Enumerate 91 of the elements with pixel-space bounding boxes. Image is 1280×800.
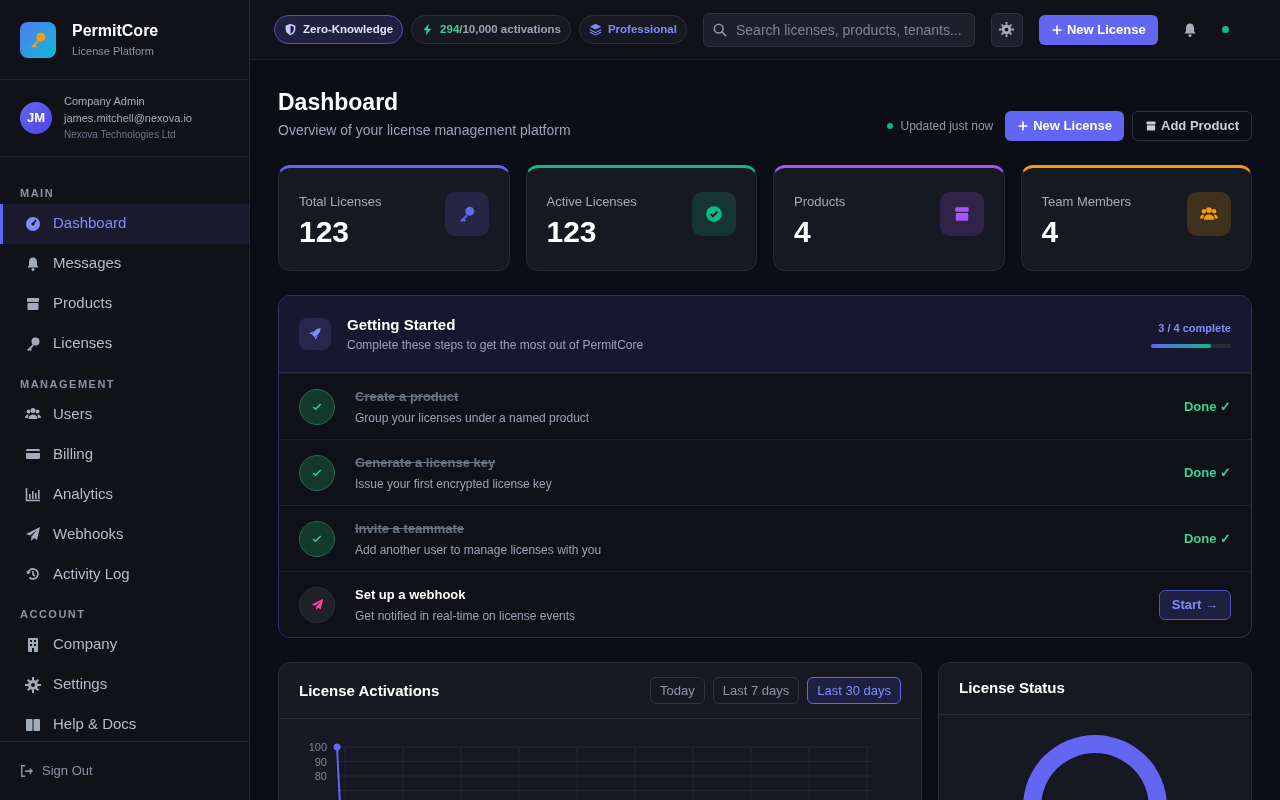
range-tab[interactable]: Last 30 days bbox=[807, 677, 901, 705]
layers-icon bbox=[588, 23, 602, 36]
section-heading: MANAGEMENT bbox=[19, 376, 117, 392]
sidebar-item[interactable]: Company bbox=[0, 624, 249, 665]
settings-button[interactable] bbox=[990, 12, 1023, 47]
section-heading: MAIN bbox=[19, 186, 56, 201]
user-role: Company Admin bbox=[64, 94, 146, 110]
stat-label: Active Licenses bbox=[546, 192, 637, 211]
box-icon bbox=[1145, 119, 1157, 132]
paper-plane-icon bbox=[25, 526, 41, 542]
plus-icon bbox=[1050, 23, 1063, 36]
sidebar-item[interactable]: Billing bbox=[0, 434, 249, 474]
history-icon bbox=[25, 566, 41, 582]
stat-value: 123 bbox=[299, 215, 351, 249]
step-title: Invite a teammate bbox=[355, 519, 466, 538]
done-status: Done ✓ bbox=[1183, 464, 1231, 483]
notifications-icon bbox=[1181, 21, 1198, 38]
sidebar-item[interactable]: Webhooks bbox=[0, 514, 249, 554]
plan-badge: Professional bbox=[578, 15, 687, 44]
box-icon bbox=[952, 204, 971, 223]
new-license-button[interactable]: New License bbox=[1038, 14, 1158, 45]
key-icon bbox=[25, 335, 41, 352]
users-icon bbox=[25, 406, 41, 422]
sign-out-button[interactable]: Sign Out bbox=[20, 761, 93, 781]
stat-label: Team Members bbox=[1041, 192, 1132, 211]
step-description: Issue your first encrypted license key bbox=[355, 476, 553, 494]
sidebar-item[interactable]: Activity Log bbox=[0, 554, 249, 594]
sidebar-item[interactable]: Help & Docs bbox=[0, 704, 249, 741]
stat-label: Products bbox=[794, 192, 846, 211]
add-product-button[interactable]: Add Product bbox=[1132, 110, 1252, 141]
step-description: Group your licenses under a named product bbox=[355, 410, 591, 428]
sidebar-item[interactable]: Products bbox=[0, 283, 249, 324]
step-title: Set up a webhook bbox=[355, 585, 467, 604]
users-icon bbox=[1200, 204, 1218, 223]
sidebar-item[interactable]: Licenses bbox=[0, 323, 249, 364]
sidebar-item[interactable]: Messages bbox=[0, 243, 249, 284]
y-axis-label: 90 bbox=[314, 755, 327, 768]
bar-chart-icon bbox=[25, 486, 41, 502]
y-axis-label: 100 bbox=[308, 741, 327, 754]
step-description: Get notified in real-time on license events bbox=[355, 608, 577, 626]
range-tab[interactable]: Last 7 days bbox=[712, 677, 800, 705]
done-status: Done ✓ bbox=[1183, 530, 1231, 549]
stat-value: 4 bbox=[794, 215, 812, 249]
y-axis-label: 80 bbox=[314, 770, 327, 783]
building-icon bbox=[25, 636, 41, 653]
sidebar-item[interactable]: Settings bbox=[0, 664, 249, 705]
user-avatar: JM bbox=[20, 102, 52, 134]
user-email: james.mitchell@nexova.io bbox=[64, 111, 192, 127]
brand-name: PermitCore bbox=[72, 21, 159, 42]
stat-label: Total Licenses bbox=[299, 192, 382, 211]
step-title: Generate a license key bbox=[355, 453, 497, 472]
step-description: Add another user to manage licenses with you bbox=[355, 542, 603, 560]
sidebar-item[interactable]: Users bbox=[0, 394, 249, 434]
search-field[interactable]: Search licenses, products, tenants... bbox=[702, 12, 975, 47]
box-icon bbox=[25, 295, 41, 312]
card-title: License Status bbox=[959, 678, 1066, 699]
panel-title: Getting Started bbox=[347, 314, 457, 335]
step-title: Create a product bbox=[355, 387, 460, 406]
sidebar-item[interactable]: Dashboard bbox=[0, 203, 249, 244]
stat-value: 4 bbox=[1041, 215, 1060, 249]
check-circle-icon bbox=[705, 204, 723, 223]
page-subtitle: Overview of your license management platform bbox=[278, 120, 571, 140]
shield-icon bbox=[284, 23, 297, 36]
online-status-dot bbox=[1221, 26, 1229, 33]
range-tab[interactable]: Today bbox=[650, 677, 705, 705]
sidebar-item[interactable]: Analytics bbox=[0, 474, 249, 514]
data-point bbox=[333, 743, 341, 751]
page-title: Dashboard bbox=[278, 88, 400, 117]
brand-subtitle: License Platform bbox=[72, 44, 155, 60]
start-button[interactable]: Start → bbox=[1158, 589, 1231, 620]
usage-badge: 294/10,000 activations bbox=[411, 15, 571, 44]
panel-subtitle: Complete these steps to get the most out of PermitCore bbox=[347, 337, 645, 355]
bell-icon bbox=[25, 255, 41, 272]
done-status: Done ✓ bbox=[1183, 398, 1231, 417]
sign-out-icon bbox=[20, 764, 34, 778]
card-title: License Activations bbox=[299, 680, 440, 701]
credit-card-icon bbox=[25, 446, 41, 462]
stat-value: 123 bbox=[546, 215, 598, 249]
gauge-icon bbox=[25, 215, 41, 232]
section-heading: ACCOUNT bbox=[19, 607, 87, 622]
app-logo bbox=[20, 21, 56, 58]
rocket-icon bbox=[308, 327, 322, 342]
security-badge: Zero-Knowledge bbox=[274, 15, 404, 44]
settings-icon bbox=[999, 22, 1015, 37]
user-company: Nexova Technologies Ltd bbox=[64, 128, 177, 143]
progress-label: 3 / 4 complete bbox=[1158, 320, 1231, 336]
update-status: Updated just now bbox=[886, 116, 994, 135]
plus-icon bbox=[1017, 119, 1030, 132]
settings-icon bbox=[25, 676, 41, 693]
new-license-button[interactable]: New License bbox=[1005, 110, 1124, 141]
book-icon bbox=[25, 716, 41, 733]
